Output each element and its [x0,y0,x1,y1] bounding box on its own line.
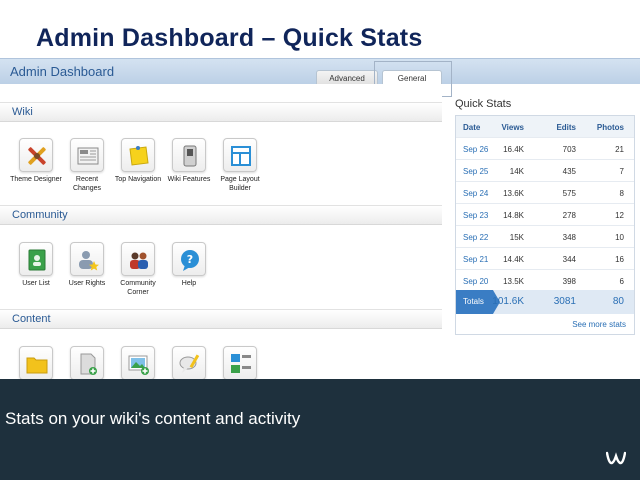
folder-icon[interactable] [19,346,53,380]
row-photos: 8 [619,189,624,198]
add-page-icon[interactable] [70,346,104,380]
row-edits: 398 [562,277,576,286]
section-title-content: Content [12,313,51,325]
tools-panel: Wiki Theme Designer Recent Changes Top N… [0,84,442,384]
table-row: Sep 26 16.4K 703 21 [456,138,634,160]
row-date-link[interactable]: Sep 23 [463,211,488,220]
caption-bar: Stats on your wiki's content and activit… [0,379,640,480]
table-row: Sep 20 13.5K 398 6 [456,270,634,292]
totals-photos: 80 [612,296,624,307]
row-date-link[interactable]: Sep 26 [463,145,488,154]
help-bubble-icon[interactable]: ? [172,242,206,276]
tool-label: User List [22,280,50,287]
tool-label: Recent Changes [72,176,102,192]
user-star-icon[interactable] [70,242,104,276]
add-image-icon[interactable] [121,346,155,380]
tool-content-5[interactable] [214,346,266,383]
row-photos: 16 [615,255,624,264]
section-title-community: Community [12,209,68,221]
tool-label: Community Corner [120,280,156,296]
caption-text: Stats on your wiki's content and activit… [5,409,301,428]
table-row: Sep 22 15K 348 10 [456,226,634,248]
totals-row: Totals 101.6K 3081 80 [456,290,634,314]
row-photos: 12 [615,211,624,220]
dashboard-title: Admin Dashboard [10,64,115,79]
tool-label: Top Navigation [114,176,162,183]
tool-user-list[interactable]: User List [10,242,62,288]
row-date-link[interactable]: Sep 25 [463,167,488,176]
row-edits: 344 [562,255,576,264]
speech-pencil-icon[interactable] [172,346,206,380]
wikia-logo-icon [606,451,626,465]
table-header-row: Date Views Edits Photos [456,116,634,138]
column-header-photos: Photos [596,123,624,132]
tool-label: User Rights [68,280,106,287]
category-icon[interactable] [223,346,257,380]
row-views: 15K [509,233,524,242]
newspaper-icon[interactable] [70,138,104,172]
section-header-community: Community [0,205,442,225]
tool-user-rights[interactable]: User Rights [61,242,113,288]
table-row: Sep 25 14K 435 7 [456,160,634,182]
tool-community-corner[interactable]: Community Corner [112,242,164,297]
table-row: Sep 23 14.8K 278 12 [456,204,634,226]
tool-page-layout-builder[interactable]: Page Layout Builder [214,138,266,193]
dashboard-header: Admin Dashboard Advanced General [0,58,640,86]
tool-label: Help [181,280,197,287]
tool-theme-designer[interactable]: Theme Designer [10,138,62,184]
svg-text:?: ? [187,253,193,266]
sticky-note-icon[interactable] [121,138,155,172]
row-photos: 6 [619,277,624,286]
tool-top-navigation[interactable]: Top Navigation [112,138,164,184]
totals-views: 101.6K [492,296,524,307]
address-book-icon[interactable] [19,242,53,276]
tool-recent-changes[interactable]: Recent Changes [61,138,113,193]
table-row: Sep 21 14.4K 344 16 [456,248,634,270]
section-header-wiki: Wiki [0,102,442,122]
row-date-link[interactable]: Sep 21 [463,255,488,264]
see-more-stats-link[interactable]: See more stats [572,320,626,329]
row-edits: 348 [562,233,576,242]
tool-content-1[interactable] [10,346,62,383]
quick-stats-title: Quick Stats [455,98,512,110]
row-date-link[interactable]: Sep 22 [463,233,488,242]
tool-label: Theme Designer [10,176,62,183]
row-views: 14K [509,167,524,176]
users-icon[interactable] [121,242,155,276]
row-views: 13.6K [503,189,524,198]
tool-help[interactable]: ? Help [163,242,215,288]
section-title-wiki: Wiki [12,106,33,118]
column-header-date: Date [463,123,481,132]
column-header-views: Views [501,123,524,132]
row-edits: 575 [562,189,576,198]
tool-content-4[interactable] [163,346,215,383]
row-views: 13.5K [503,277,524,286]
row-views: 14.4K [503,255,524,264]
table-row: Sep 24 13.6K 575 8 [456,182,634,204]
row-edits: 703 [562,145,576,154]
layout-icon[interactable] [223,138,257,172]
tool-label: Page Layout Builder [220,176,260,192]
section-header-content: Content [0,309,442,329]
row-photos: 7 [619,167,624,176]
row-date-link[interactable]: Sep 24 [463,189,488,198]
row-views: 16.4K [503,145,524,154]
tool-label: Wiki Features [167,176,211,183]
row-edits: 278 [562,211,576,220]
row-photos: 10 [615,233,624,242]
slide-title: Admin Dashboard – Quick Stats [36,24,423,52]
tool-content-2[interactable] [61,346,113,383]
row-date-link[interactable]: Sep 20 [463,277,488,286]
switch-icon[interactable] [172,138,206,172]
row-edits: 435 [562,167,576,176]
tool-content-3[interactable] [112,346,164,383]
row-photos: 21 [615,145,624,154]
row-views: 14.8K [503,211,524,220]
column-header-edits: Edits [556,123,576,132]
paintbrush-icon[interactable] [19,138,53,172]
totals-edits: 3081 [553,296,576,307]
quick-stats-table: Date Views Edits Photos Sep 26 16.4K 703… [455,115,635,335]
tool-wiki-features[interactable]: Wiki Features [163,138,215,184]
